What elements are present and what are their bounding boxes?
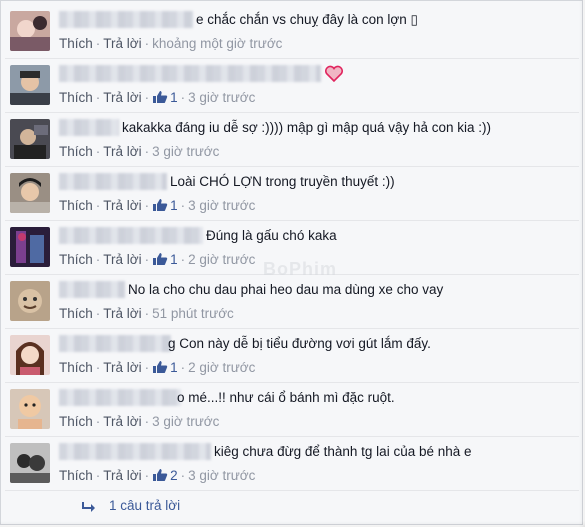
comment-actions: Thích · Trả lời · 1 · 3 giờ trước — [59, 89, 255, 108]
author-name-redacted[interactable] — [59, 173, 167, 190]
comment-item: Thích · Trả lời · 1 · 3 giờ trước — [5, 59, 579, 111]
thumbs-up-icon[interactable] — [152, 468, 168, 486]
reply-button[interactable]: Trả lời — [103, 144, 141, 159]
like-button[interactable]: Thích — [59, 306, 93, 321]
like-button[interactable]: Thích — [59, 414, 93, 429]
timestamp[interactable]: 3 giờ trước — [188, 198, 255, 213]
comment-actions: Thích · Trả lời · 51 phút trước — [59, 306, 234, 321]
thumbs-up-icon[interactable] — [152, 90, 168, 108]
author-name-redacted[interactable] — [59, 119, 119, 136]
avatar[interactable] — [10, 443, 50, 483]
timestamp[interactable]: 3 giờ trước — [188, 90, 255, 105]
reply-button[interactable]: Trả lời — [103, 90, 141, 105]
reply-button[interactable]: Trả lời — [103, 198, 141, 213]
comment-text: Đúng là gấu chó kaka — [206, 228, 337, 243]
like-count[interactable]: 1 — [170, 252, 178, 267]
author-name-redacted[interactable] — [59, 11, 193, 28]
comment-actions: Thích · Trả lời · 2 · 3 giờ trước — [59, 467, 255, 486]
comment-text: o mé...!! như cái ổ bánh mì đặc ruột. — [177, 390, 395, 405]
panel-shadow-bottom — [0, 521, 585, 527]
like-count[interactable]: 1 — [170, 90, 178, 105]
thumbs-up-icon[interactable] — [152, 198, 168, 216]
comment-text: kakakka đáng iu dễ sợ :)))) mập gì mập q… — [122, 120, 492, 135]
reply-button[interactable]: Trả lời — [103, 36, 141, 51]
reply-button[interactable]: Trả lời — [103, 360, 141, 375]
reply-button[interactable]: Trả lời — [103, 252, 141, 267]
panel-shadow-right — [579, 0, 585, 527]
like-count[interactable]: 2 — [170, 468, 178, 483]
avatar[interactable] — [10, 11, 50, 51]
author-name-redacted[interactable] — [59, 227, 203, 244]
author-name-redacted[interactable] — [59, 335, 171, 352]
like-count[interactable]: 1 — [170, 198, 178, 213]
reply-button[interactable]: Trả lời — [103, 468, 141, 483]
comment-item: No la cho chu dau phai heo dau ma dùng x… — [5, 275, 579, 327]
author-name-redacted[interactable] — [59, 65, 321, 82]
timestamp[interactable]: 2 giờ trước — [188, 360, 255, 375]
reply-button[interactable]: Trả lời — [103, 306, 141, 321]
timestamp[interactable]: 3 giờ trước — [152, 414, 219, 429]
timestamp[interactable]: 51 phút trước — [152, 306, 234, 321]
comment-actions: Thích · Trả lời · 1 · 2 giờ trước — [59, 359, 255, 378]
comment-text: No la cho chu dau phai heo dau ma dùng x… — [128, 282, 444, 297]
avatar[interactable] — [10, 227, 50, 267]
reply-arrow-icon — [81, 500, 97, 518]
comment-text: g Con này dễ bị tiểu đường vơi gút lắm đ… — [168, 336, 431, 351]
avatar[interactable] — [10, 335, 50, 375]
like-button[interactable]: Thích — [59, 360, 93, 375]
author-name-redacted[interactable] — [59, 443, 211, 460]
view-replies-row[interactable]: 1 câu trả lời — [5, 491, 579, 521]
comment-actions: Thích · Trả lời · khoảng một giờ trước — [59, 36, 283, 51]
comment-item: o mé...!! như cái ổ bánh mì đặc ruột. Th… — [5, 383, 579, 435]
comment-actions: Thích · Trả lời · 1 · 2 giờ trước — [59, 251, 255, 270]
comment-text: e chắc chắn vs chuỵ đây là con lợn ▯ — [196, 12, 418, 27]
comment-text: Loài CHÓ LỢN trong truyền thuyết :)) — [170, 174, 395, 189]
timestamp[interactable]: 3 giờ trước — [188, 468, 255, 483]
like-button[interactable]: Thích — [59, 252, 93, 267]
timestamp[interactable]: 3 giờ trước — [152, 144, 219, 159]
like-button[interactable]: Thích — [59, 36, 93, 51]
like-button[interactable]: Thích — [59, 198, 93, 213]
thumbs-up-icon[interactable] — [152, 360, 168, 378]
watermark: BoPhim — [263, 259, 338, 279]
comment-thread: e chắc chắn vs chuỵ đây là con lợn ▯ Thí… — [0, 0, 583, 525]
comment-actions: Thích · Trả lời · 3 giờ trước — [59, 144, 220, 159]
avatar[interactable] — [10, 389, 50, 429]
avatar[interactable] — [10, 173, 50, 213]
comment-actions: Thích · Trả lời · 3 giờ trước — [59, 414, 220, 429]
comment-item: g Con này dễ bị tiểu đường vơi gút lắm đ… — [5, 329, 579, 381]
reply-button[interactable]: Trả lời — [103, 414, 141, 429]
comment-item: Loài CHÓ LỢN trong truyền thuyết :)) Thí… — [5, 167, 579, 219]
like-button[interactable]: Thích — [59, 144, 93, 159]
timestamp[interactable]: 2 giờ trước — [188, 252, 255, 267]
comment-actions: Thích · Trả lời · 1 · 3 giờ trước — [59, 197, 255, 216]
like-button[interactable]: Thích — [59, 90, 93, 105]
thumbs-up-icon[interactable] — [152, 252, 168, 270]
comment-item: kakakka đáng iu dễ sợ :)))) mập gì mập q… — [5, 113, 579, 165]
comment-text: kiêg chưa đừg để thành tg lai của bé nhà… — [214, 444, 472, 459]
timestamp[interactable]: khoảng một giờ trước — [152, 36, 282, 51]
avatar[interactable] — [10, 281, 50, 321]
author-name-redacted[interactable] — [59, 281, 125, 298]
view-replies-link[interactable]: 1 câu trả lời — [109, 497, 180, 514]
author-name-redacted[interactable] — [59, 389, 181, 406]
comment-item: e chắc chắn vs chuỵ đây là con lợn ▯ Thí… — [5, 5, 579, 57]
like-count[interactable]: 1 — [170, 360, 178, 375]
heart-icon — [324, 65, 344, 88]
avatar[interactable] — [10, 119, 50, 159]
like-button[interactable]: Thích — [59, 468, 93, 483]
avatar[interactable] — [10, 65, 50, 105]
comment-item: kiêg chưa đừg để thành tg lai của bé nhà… — [5, 437, 579, 489]
